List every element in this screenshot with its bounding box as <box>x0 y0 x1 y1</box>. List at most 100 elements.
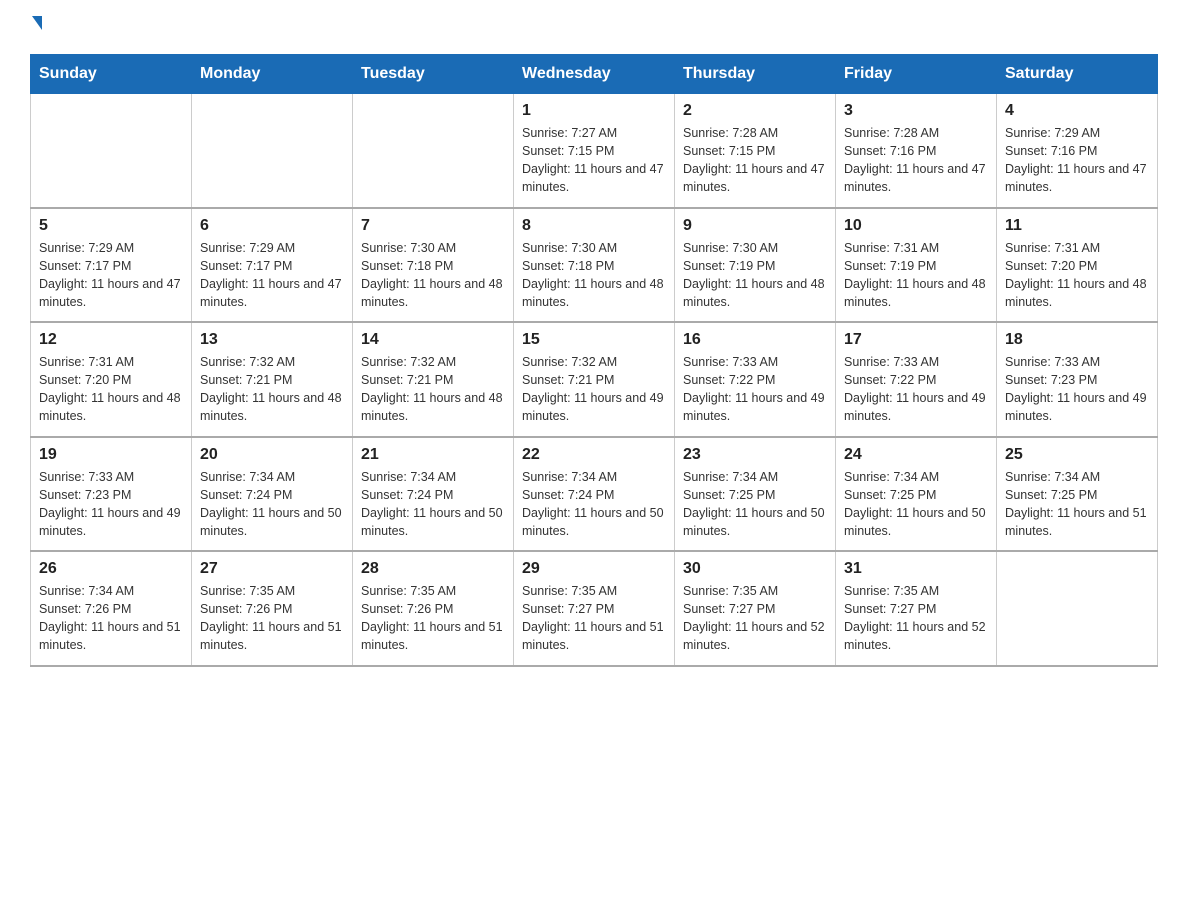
calendar-header-tuesday: Tuesday <box>353 55 514 94</box>
day-number: 11 <box>1005 217 1149 235</box>
day-number: 2 <box>683 102 827 120</box>
day-info: Sunrise: 7:28 AM Sunset: 7:16 PM Dayligh… <box>844 124 988 197</box>
calendar-cell: 27Sunrise: 7:35 AM Sunset: 7:26 PM Dayli… <box>192 551 353 666</box>
day-info: Sunrise: 7:35 AM Sunset: 7:27 PM Dayligh… <box>522 582 666 655</box>
day-info: Sunrise: 7:32 AM Sunset: 7:21 PM Dayligh… <box>522 353 666 426</box>
day-number: 15 <box>522 331 666 349</box>
calendar-cell: 1 Sunrise: 7:27 AM Sunset: 7:15 PM Daylig… <box>514 94 675 208</box>
calendar-week-4: 19 Sunrise: 7:33 AM Sunset: 7:23 PM Dayli… <box>31 437 1158 552</box>
calendar-cell: 8 Sunrise: 7:30 AM Sunset: 7:18 PM Daylig… <box>514 208 675 323</box>
calendar-cell: 17 Sunrise: 7:33 AM Sunset: 7:22 PM Dayli… <box>836 322 997 437</box>
day-number: 21 <box>361 446 505 464</box>
calendar-header-friday: Friday <box>836 55 997 94</box>
calendar-cell <box>192 94 353 208</box>
day-info: Sunrise: 7:34 AM Sunset: 7:24 PM Dayligh… <box>361 468 505 541</box>
day-number: 31 <box>844 560 988 578</box>
calendar-header-wednesday: Wednesday <box>514 55 675 94</box>
calendar-cell: 29 Sunrise: 7:35 AM Sunset: 7:27 PM Dayli… <box>514 551 675 666</box>
calendar-cell: 19 Sunrise: 7:33 AM Sunset: 7:23 PM Dayli… <box>31 437 192 552</box>
day-info: Sunrise: 7:29 AM Sunset: 7:16 PM Dayligh… <box>1005 124 1149 197</box>
day-number: 22 <box>522 446 666 464</box>
day-info: Sunrise: 7:31 AM Sunset: 7:20 PM Dayligh… <box>39 353 183 426</box>
day-info: Sunrise: 7:35 AM Sunset: 7:26 PM Dayligh… <box>361 582 505 655</box>
calendar-cell: 16 Sunrise: 7:33 AM Sunset: 7:22 PM Dayli… <box>675 322 836 437</box>
day-number: 25 <box>1005 446 1149 464</box>
day-info: Sunrise: 7:35 AM Sunset: 7:27 PM Dayligh… <box>844 582 988 655</box>
day-info: Sunrise: 7:34 AM Sunset: 7:25 PM Dayligh… <box>1005 468 1149 541</box>
calendar-cell: 3Sunrise: 7:28 AM Sunset: 7:16 PM Daylig… <box>836 94 997 208</box>
calendar-cell: 2 Sunrise: 7:28 AM Sunset: 7:15 PM Daylig… <box>675 94 836 208</box>
day-number: 28 <box>361 560 505 578</box>
day-info: Sunrise: 7:35 AM Sunset: 7:27 PM Dayligh… <box>683 582 827 655</box>
calendar-cell: 23 Sunrise: 7:34 AM Sunset: 7:25 PM Dayli… <box>675 437 836 552</box>
calendar-cell: 11 Sunrise: 7:31 AM Sunset: 7:20 PM Dayli… <box>997 208 1158 323</box>
logo-arrow-icon <box>32 16 42 30</box>
day-info: Sunrise: 7:32 AM Sunset: 7:21 PM Dayligh… <box>200 353 344 426</box>
logo <box>30 20 48 34</box>
calendar-header-row: SundayMondayTuesdayWednesdayThursdayFrid… <box>31 55 1158 94</box>
day-number: 9 <box>683 217 827 235</box>
day-number: 13 <box>200 331 344 349</box>
calendar-cell: 18Sunrise: 7:33 AM Sunset: 7:23 PM Dayli… <box>997 322 1158 437</box>
calendar-header-monday: Monday <box>192 55 353 94</box>
day-info: Sunrise: 7:34 AM Sunset: 7:24 PM Dayligh… <box>522 468 666 541</box>
day-info: Sunrise: 7:31 AM Sunset: 7:20 PM Dayligh… <box>1005 239 1149 312</box>
day-info: Sunrise: 7:29 AM Sunset: 7:17 PM Dayligh… <box>39 239 183 312</box>
day-number: 30 <box>683 560 827 578</box>
day-number: 1 <box>522 102 666 120</box>
day-info: Sunrise: 7:34 AM Sunset: 7:24 PM Dayligh… <box>200 468 344 541</box>
calendar-cell: 7Sunrise: 7:30 AM Sunset: 7:18 PM Daylig… <box>353 208 514 323</box>
calendar-cell: 21 Sunrise: 7:34 AM Sunset: 7:24 PM Dayli… <box>353 437 514 552</box>
day-info: Sunrise: 7:29 AM Sunset: 7:17 PM Dayligh… <box>200 239 344 312</box>
day-info: Sunrise: 7:28 AM Sunset: 7:15 PM Dayligh… <box>683 124 827 197</box>
day-number: 23 <box>683 446 827 464</box>
calendar-cell: 31 Sunrise: 7:35 AM Sunset: 7:27 PM Dayli… <box>836 551 997 666</box>
day-info: Sunrise: 7:34 AM Sunset: 7:25 PM Dayligh… <box>844 468 988 541</box>
calendar-header-thursday: Thursday <box>675 55 836 94</box>
calendar-cell: 13 Sunrise: 7:32 AM Sunset: 7:21 PM Dayli… <box>192 322 353 437</box>
day-info: Sunrise: 7:30 AM Sunset: 7:18 PM Dayligh… <box>522 239 666 312</box>
calendar-cell: 10Sunrise: 7:31 AM Sunset: 7:19 PM Dayli… <box>836 208 997 323</box>
day-info: Sunrise: 7:30 AM Sunset: 7:18 PM Dayligh… <box>361 239 505 312</box>
day-number: 19 <box>39 446 183 464</box>
day-info: Sunrise: 7:33 AM Sunset: 7:22 PM Dayligh… <box>683 353 827 426</box>
calendar-header-sunday: Sunday <box>31 55 192 94</box>
day-number: 4 <box>1005 102 1149 120</box>
day-number: 12 <box>39 331 183 349</box>
day-info: Sunrise: 7:33 AM Sunset: 7:22 PM Dayligh… <box>844 353 988 426</box>
calendar-week-1: 1 Sunrise: 7:27 AM Sunset: 7:15 PM Daylig… <box>31 94 1158 208</box>
calendar-table: SundayMondayTuesdayWednesdayThursdayFrid… <box>30 54 1158 667</box>
calendar-cell: 4 Sunrise: 7:29 AM Sunset: 7:16 PM Daylig… <box>997 94 1158 208</box>
calendar-cell: 30 Sunrise: 7:35 AM Sunset: 7:27 PM Dayli… <box>675 551 836 666</box>
day-number: 5 <box>39 217 183 235</box>
day-number: 8 <box>522 217 666 235</box>
calendar-cell: 12 Sunrise: 7:31 AM Sunset: 7:20 PM Dayli… <box>31 322 192 437</box>
day-number: 17 <box>844 331 988 349</box>
day-number: 24 <box>844 446 988 464</box>
calendar-header-saturday: Saturday <box>997 55 1158 94</box>
calendar-cell: 24 Sunrise: 7:34 AM Sunset: 7:25 PM Dayli… <box>836 437 997 552</box>
day-info: Sunrise: 7:33 AM Sunset: 7:23 PM Dayligh… <box>1005 353 1149 426</box>
day-info: Sunrise: 7:34 AM Sunset: 7:26 PM Dayligh… <box>39 582 183 655</box>
day-info: Sunrise: 7:32 AM Sunset: 7:21 PM Dayligh… <box>361 353 505 426</box>
calendar-week-2: 5 Sunrise: 7:29 AM Sunset: 7:17 PM Daylig… <box>31 208 1158 323</box>
calendar-cell: 25 Sunrise: 7:34 AM Sunset: 7:25 PM Dayli… <box>997 437 1158 552</box>
day-info: Sunrise: 7:33 AM Sunset: 7:23 PM Dayligh… <box>39 468 183 541</box>
day-number: 26 <box>39 560 183 578</box>
day-info: Sunrise: 7:27 AM Sunset: 7:15 PM Dayligh… <box>522 124 666 197</box>
calendar-cell: 22 Sunrise: 7:34 AM Sunset: 7:24 PM Dayli… <box>514 437 675 552</box>
calendar-week-3: 12 Sunrise: 7:31 AM Sunset: 7:20 PM Dayli… <box>31 322 1158 437</box>
calendar-cell: 6 Sunrise: 7:29 AM Sunset: 7:17 PM Daylig… <box>192 208 353 323</box>
day-number: 20 <box>200 446 344 464</box>
day-info: Sunrise: 7:34 AM Sunset: 7:25 PM Dayligh… <box>683 468 827 541</box>
day-info: Sunrise: 7:31 AM Sunset: 7:19 PM Dayligh… <box>844 239 988 312</box>
calendar-cell: 9Sunrise: 7:30 AM Sunset: 7:19 PM Daylig… <box>675 208 836 323</box>
calendar-cell: 14 Sunrise: 7:32 AM Sunset: 7:21 PM Dayli… <box>353 322 514 437</box>
day-number: 29 <box>522 560 666 578</box>
calendar-cell: 5 Sunrise: 7:29 AM Sunset: 7:17 PM Daylig… <box>31 208 192 323</box>
calendar-cell: 15 Sunrise: 7:32 AM Sunset: 7:21 PM Dayli… <box>514 322 675 437</box>
day-number: 14 <box>361 331 505 349</box>
day-number: 6 <box>200 217 344 235</box>
day-number: 16 <box>683 331 827 349</box>
calendar-cell: 26 Sunrise: 7:34 AM Sunset: 7:26 PM Dayli… <box>31 551 192 666</box>
